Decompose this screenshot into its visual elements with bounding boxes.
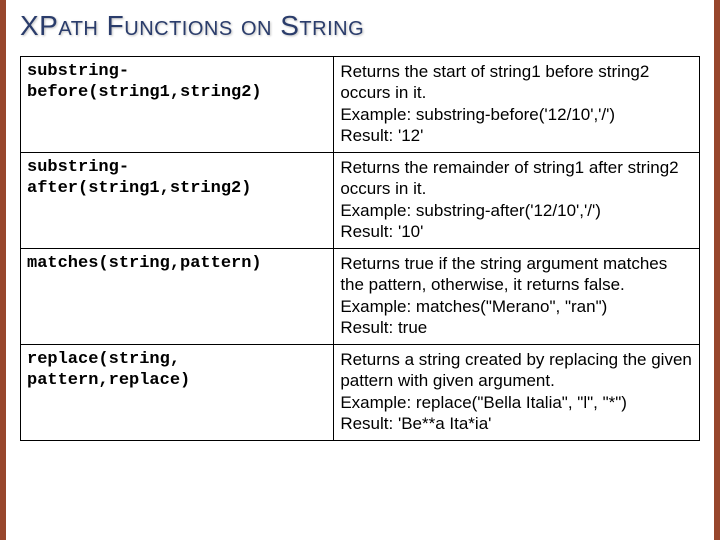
table-row: substring- after(string1,string2) Return… [21,153,700,249]
function-description: Returns the start of string1 before stri… [334,57,700,153]
function-description: Returns a string created by replacing th… [334,345,700,441]
page-title: XPath Functions on String [20,10,700,42]
slide: XPath Functions on String substring- bef… [0,0,720,540]
table-row: replace(string, pattern,replace) Returns… [21,345,700,441]
functions-table: substring- before(string1,string2) Retur… [20,56,700,441]
function-signature: matches(string,pattern) [21,249,334,345]
table-row: matches(string,pattern) Returns true if … [21,249,700,345]
function-description: Returns the remainder of string1 after s… [334,153,700,249]
function-signature: substring- after(string1,string2) [21,153,334,249]
table-row: substring- before(string1,string2) Retur… [21,57,700,153]
function-description: Returns true if the string argument matc… [334,249,700,345]
function-signature: substring- before(string1,string2) [21,57,334,153]
function-signature: replace(string, pattern,replace) [21,345,334,441]
